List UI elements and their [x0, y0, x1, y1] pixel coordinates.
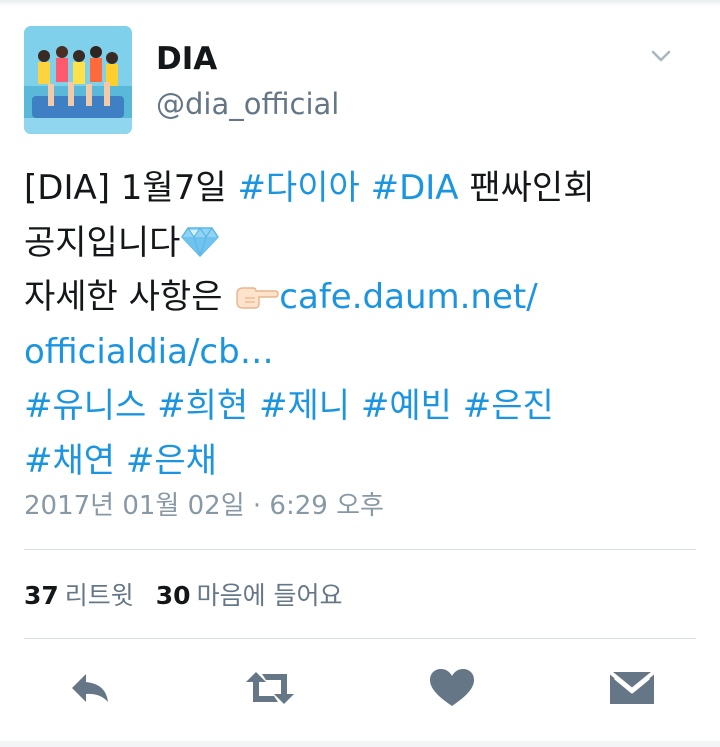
- tweet-text-segment: [248, 386, 259, 426]
- hashtag-link[interactable]: #은진: [463, 386, 554, 426]
- hashtag-link[interactable]: #유니스: [24, 386, 146, 426]
- tweet-line-2: 공지입니다: [24, 216, 696, 271]
- heart-icon: [424, 664, 480, 712]
- tweet-detail-page: DIA @dia_official [DIA] 1월7일 #다이아 #DIA 팬…: [0, 0, 720, 747]
- tweet-line-3: 자세한 사항은 cafe.daum.net/: [24, 270, 696, 325]
- avatar[interactable]: [24, 26, 132, 134]
- hashtag-link[interactable]: #DIA: [371, 168, 459, 208]
- like-button[interactable]: [424, 664, 480, 712]
- display-name[interactable]: DIA: [156, 40, 217, 78]
- tweet-text-segment: 팬싸인회: [458, 168, 595, 208]
- like-count-label: 마음에 들어요: [196, 581, 343, 610]
- like-count-value: 30: [155, 581, 191, 610]
- tweet-text-segment: [360, 168, 371, 208]
- hashtag-link[interactable]: #다이아: [237, 168, 359, 208]
- tweet-text: [DIA] 1월7일 #다이아 #DIA 팬싸인회 공지입니다 자세한 사항은 …: [24, 161, 696, 488]
- hashtag-link[interactable]: #채연: [24, 441, 115, 481]
- tweet-timestamp[interactable]: 2017년 01월 02일 · 6:29 오후: [24, 489, 384, 523]
- bottom-edge: [0, 741, 720, 747]
- retweet-count[interactable]: 37 리트윗: [24, 579, 134, 613]
- tweet-text-segment: [146, 386, 157, 426]
- tweet-stats: 37 리트윗 30 마음에 들어요: [24, 579, 357, 613]
- backhand-pointing-right-icon: [233, 274, 279, 329]
- tweet-line-5: #유니스 #희현 #제니 #예빈 #은진: [24, 379, 696, 434]
- retweet-count-label: 리트윗: [64, 581, 134, 610]
- tweet-text-segment: [350, 386, 361, 426]
- url-link[interactable]: cafe.daum.net/: [279, 277, 537, 317]
- like-count[interactable]: 30 마음에 들어요: [156, 579, 343, 613]
- chevron-down-icon[interactable]: [646, 42, 676, 68]
- hashtag-link[interactable]: #은채: [126, 441, 217, 481]
- reply-button[interactable]: [64, 664, 120, 712]
- tweet-text-segment: 공지입니다: [24, 222, 181, 263]
- gem-stone-icon: [180, 220, 220, 275]
- tweet-text-segment: 자세한 사항은: [24, 277, 234, 317]
- tweet-line-6: #채연 #은채: [24, 434, 696, 489]
- top-shadow: [0, 0, 720, 6]
- tweet-text-segment: [452, 386, 463, 426]
- reply-icon: [64, 664, 120, 712]
- hashtag-link[interactable]: #제니: [259, 386, 350, 426]
- tweet-text-segment: [115, 441, 126, 481]
- retweet-count-value: 37: [24, 581, 59, 610]
- retweet-button[interactable]: [240, 664, 296, 712]
- tweet-text-segment: [DIA] 1월7일: [24, 168, 238, 208]
- tweet-line-4: officialdia/cb…: [24, 325, 696, 380]
- retweet-icon: [240, 664, 296, 712]
- hashtag-link[interactable]: #희현: [157, 386, 248, 426]
- divider: [24, 638, 696, 639]
- hashtag-link[interactable]: #예빈: [361, 386, 452, 426]
- url-link-continuation[interactable]: officialdia/cb…: [24, 332, 274, 372]
- direct-message-button[interactable]: [604, 664, 660, 712]
- divider: [24, 549, 696, 550]
- direct-message-icon: [604, 664, 660, 712]
- tweet-line-1: [DIA] 1월7일 #다이아 #DIA 팬싸인회: [24, 161, 696, 216]
- user-handle[interactable]: @dia_official: [156, 86, 339, 122]
